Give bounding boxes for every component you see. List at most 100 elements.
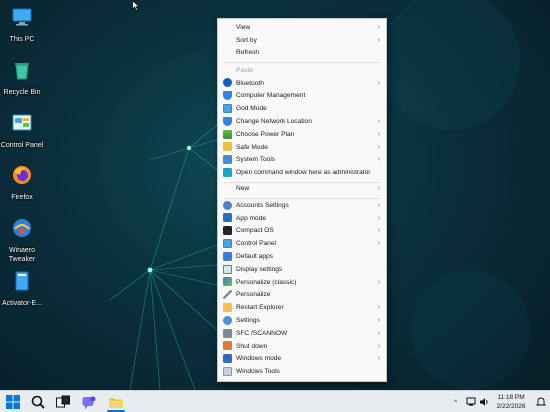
menu-item-settings[interactable]: Settings › bbox=[218, 314, 386, 327]
firefox-icon bbox=[13, 166, 31, 184]
file-explorer-icon[interactable] bbox=[108, 394, 124, 410]
display-icon bbox=[223, 264, 232, 274]
menu-item-label: Bluetooth bbox=[236, 79, 264, 87]
desktop-icon-winaero-tweaker[interactable]: Winaero Tweaker bbox=[0, 217, 44, 264]
safe-mode-icon bbox=[223, 142, 232, 152]
menu-item-new[interactable]: New › bbox=[218, 182, 386, 195]
chevron-right-icon: › bbox=[377, 278, 380, 286]
chevron-right-icon: › bbox=[377, 342, 380, 350]
mouse-cursor-icon bbox=[132, 0, 140, 11]
chevron-right-icon: › bbox=[377, 118, 380, 126]
menu-item-label: Windows mode bbox=[236, 355, 282, 363]
control-panel-icon bbox=[12, 114, 32, 131]
menu-item-label: System Tools bbox=[236, 156, 276, 164]
menu-item-bluetooth[interactable]: Bluetooth › bbox=[218, 77, 386, 90]
menu-item-restart-explorer[interactable]: Restart Explorer › bbox=[218, 301, 386, 314]
menu-item-label: Shut down bbox=[236, 342, 268, 350]
shield-icon bbox=[223, 116, 232, 126]
menu-item-view[interactable]: View › bbox=[218, 21, 386, 34]
menu-item-label: App mode bbox=[236, 214, 267, 222]
chevron-right-icon: › bbox=[377, 304, 380, 312]
menu-item-sfc-scannow[interactable]: SFC /SCANNOW › bbox=[218, 327, 386, 340]
desktop-icon-control-panel[interactable]: Control Panel bbox=[0, 112, 44, 151]
network-icon[interactable] bbox=[466, 397, 476, 407]
desktop-icon-label: Activator-E... bbox=[1, 300, 43, 307]
menu-item-label: Personalize (classic) bbox=[236, 278, 297, 286]
desktop-icon-recycle-bin[interactable]: Recycle Bin bbox=[0, 59, 44, 98]
desktop-icon-firefox[interactable]: Firefox bbox=[0, 164, 44, 203]
windows-tools-icon bbox=[223, 366, 232, 376]
app-mode-icon bbox=[223, 213, 232, 223]
menu-item-label: Refresh bbox=[236, 49, 260, 57]
system-tools-icon bbox=[223, 155, 232, 165]
menu-item-paste[interactable]: Paste bbox=[218, 64, 386, 77]
gear-icon bbox=[223, 315, 232, 325]
chevron-right-icon: › bbox=[377, 143, 380, 151]
desktop-icon-label: Winaero Tweaker bbox=[8, 247, 36, 263]
menu-item-display-settings[interactable]: Display settings bbox=[218, 263, 386, 276]
bluetooth-icon bbox=[223, 78, 232, 88]
default-apps-icon bbox=[223, 251, 232, 261]
speaker-icon[interactable] bbox=[479, 397, 489, 407]
chevron-right-icon: › bbox=[377, 214, 380, 222]
clock-time: 11:18 PM bbox=[497, 394, 525, 401]
menu-item-label: Safe Mode bbox=[236, 143, 268, 151]
menu-item-label: God Mode bbox=[236, 105, 267, 113]
chevron-right-icon: › bbox=[377, 227, 380, 235]
menu-item-personalize-classic[interactable]: Personalize (classic) › bbox=[218, 276, 386, 289]
desktop-icon-label: Firefox bbox=[11, 194, 33, 201]
recycle-bin-icon bbox=[15, 63, 29, 80]
menu-item-choose-power-plan[interactable]: Choose Power Plan › bbox=[218, 128, 386, 141]
menu-item-label: New bbox=[236, 184, 250, 192]
menu-item-control-panel[interactable]: Control Panel › bbox=[218, 237, 386, 250]
command-prompt-icon bbox=[223, 167, 232, 177]
desktop-context-menu: View › Sort by › Refresh Paste Bluetooth › … bbox=[217, 18, 387, 382]
menu-item-god-mode[interactable]: God Mode bbox=[218, 102, 386, 115]
menu-item-system-tools[interactable]: System Tools › bbox=[218, 154, 386, 167]
menu-item-windows-mode[interactable]: Windows mode › bbox=[218, 353, 386, 366]
activator-icon bbox=[15, 271, 29, 291]
menu-item-windows-tools[interactable]: Windows Tools bbox=[218, 365, 386, 378]
brush-icon bbox=[223, 290, 232, 300]
control-panel-icon bbox=[223, 103, 232, 113]
menu-item-shut-down[interactable]: Shut down › bbox=[218, 340, 386, 353]
menu-item-label: Choose Power Plan bbox=[236, 130, 295, 138]
chevron-right-icon: › bbox=[377, 240, 380, 248]
menu-item-change-network-location[interactable]: Change Network Location › bbox=[218, 115, 386, 128]
menu-item-compact-os[interactable]: Compact OS › bbox=[218, 225, 386, 238]
chevron-right-icon: › bbox=[377, 201, 380, 209]
menu-item-default-apps[interactable]: Default apps bbox=[218, 250, 386, 263]
menu-item-label: Control Panel bbox=[236, 240, 276, 248]
menu-item-label: Windows Tools bbox=[236, 368, 280, 376]
menu-separator bbox=[224, 62, 380, 63]
menu-item-label: Display settings bbox=[236, 265, 283, 273]
chat-icon[interactable] bbox=[81, 394, 97, 410]
menu-item-open-command-window[interactable]: Open command window here as administrato… bbox=[218, 166, 386, 179]
winaero-tweaker-icon bbox=[13, 219, 31, 237]
taskbar: ^ 11:18 PM 2/22/2026 bbox=[0, 390, 550, 412]
search-icon[interactable] bbox=[30, 394, 46, 410]
restart-explorer-icon bbox=[223, 302, 232, 312]
compact-os-icon bbox=[223, 226, 232, 236]
start-icon[interactable] bbox=[5, 394, 21, 410]
menu-item-label: Restart Explorer bbox=[236, 304, 284, 312]
menu-item-safe-mode[interactable]: Safe Mode › bbox=[218, 141, 386, 154]
desktop-icon-activator[interactable]: Activator-E... bbox=[0, 270, 44, 309]
menu-item-computer-management[interactable]: Computer Management bbox=[218, 90, 386, 103]
menu-item-personalize[interactable]: Personalize bbox=[218, 289, 386, 302]
menu-item-refresh[interactable]: Refresh bbox=[218, 47, 386, 60]
tray-overflow-chevron[interactable]: ^ bbox=[454, 391, 457, 412]
desktop-icon-this-pc[interactable]: This PC bbox=[0, 6, 44, 45]
notification-icon[interactable] bbox=[536, 397, 546, 407]
menu-item-label: Accounts Settings bbox=[236, 201, 289, 209]
desktop-icon-label: This PC bbox=[9, 36, 35, 43]
menu-item-label: Compact OS bbox=[236, 227, 274, 235]
accounts-icon bbox=[223, 200, 232, 210]
chevron-right-icon: › bbox=[377, 23, 380, 31]
task-view-icon[interactable] bbox=[55, 394, 71, 410]
menu-item-sort-by[interactable]: Sort by › bbox=[218, 34, 386, 47]
menu-item-app-mode[interactable]: App mode › bbox=[218, 212, 386, 225]
taskbar-clock[interactable]: 11:18 PM 2/22/2026 bbox=[492, 393, 530, 411]
chevron-right-icon: › bbox=[377, 329, 380, 337]
menu-item-accounts-settings[interactable]: Accounts Settings › bbox=[218, 199, 386, 212]
